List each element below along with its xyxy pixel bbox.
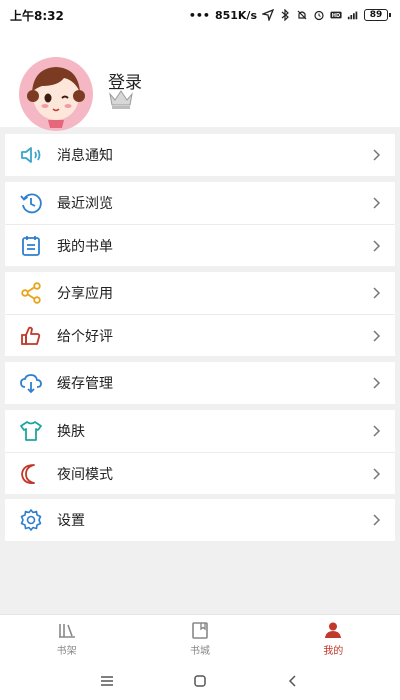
tshirt-icon (20, 421, 42, 441)
bluetooth-icon (281, 9, 289, 21)
status-bar: 上午8:32 ••• 851K/s HD 89 (0, 0, 400, 30)
location-icon (262, 9, 274, 21)
menu-item-label: 分享应用 (57, 286, 113, 302)
nav-tab-label: 书城 (189, 646, 210, 657)
speaker-icon (21, 147, 41, 163)
menu-item-label: 缓存管理 (57, 376, 113, 392)
chevron-right-icon (373, 197, 381, 209)
section-settings: 设置 (5, 499, 395, 541)
nav-tab-label: 书架 (56, 646, 77, 657)
system-nav-bar (0, 662, 400, 700)
signal-4g-icon (347, 11, 358, 20)
chevron-right-icon (373, 514, 381, 526)
menu-item-recent[interactable]: 最近浏览 (5, 182, 395, 224)
history-icon (20, 193, 42, 214)
nav-tab-label: 我的 (323, 646, 344, 657)
menu-item-booklist[interactable]: 我的书单 (5, 224, 395, 266)
moon-icon (21, 464, 35, 484)
user-icon (325, 622, 342, 638)
chevron-right-icon (373, 425, 381, 437)
nav-tab-bookstore[interactable]: 书城 (133, 615, 266, 662)
menu-item-notifications[interactable]: 消息通知 (5, 134, 395, 176)
section-appearance: 换肤 夜间模式 (5, 410, 395, 494)
chevron-right-icon (373, 240, 381, 252)
back-icon[interactable] (286, 674, 300, 688)
thumbs-up-icon (21, 326, 41, 345)
cloud-download-icon (20, 374, 42, 394)
chevron-right-icon (373, 330, 381, 342)
booklist-icon (22, 236, 40, 256)
bookshelf-icon (58, 624, 75, 638)
menu-item-label: 夜间模式 (57, 466, 113, 483)
menu-item-label: 换肤 (57, 424, 85, 440)
battery-level: 89 (369, 10, 383, 20)
status-time: 上午8:32 (10, 8, 64, 23)
menu-item-skin[interactable]: 换肤 (5, 410, 395, 452)
chevron-right-icon (373, 287, 381, 299)
chevron-right-icon (373, 149, 381, 161)
menu-item-label: 我的书单 (57, 238, 113, 255)
section-cache: 缓存管理 (5, 362, 395, 404)
mute-icon (297, 10, 307, 20)
menu-item-rate[interactable]: 给个好评 (5, 314, 395, 356)
bookstore-icon (192, 622, 208, 639)
dots-icon: ••• (188, 8, 210, 22)
hd-icon: HD (330, 11, 342, 19)
section-reading: 最近浏览 我的书单 (5, 182, 395, 266)
section-share: 分享应用 给个好评 (5, 272, 395, 356)
alarm-icon (314, 10, 324, 21)
section-notifications: 消息通知 (5, 134, 395, 176)
status-icons: ••• 851K/s HD 89 (188, 8, 391, 22)
bottom-nav: 书架 书城 我的 (0, 614, 400, 662)
menu-item-share[interactable]: 分享应用 (5, 272, 395, 314)
menu-item-label: 设置 (57, 513, 85, 529)
network-speed: 851K/s (214, 8, 257, 22)
menu-item-cache[interactable]: 缓存管理 (5, 362, 395, 404)
menu-item-label: 消息通知 (57, 148, 113, 164)
share-icon (21, 282, 41, 304)
menu-icon[interactable] (100, 674, 114, 688)
profile-header[interactable]: 登录 (0, 30, 400, 131)
chevron-right-icon (373, 468, 381, 480)
chevron-right-icon (373, 377, 381, 389)
nav-tab-bookshelf[interactable]: 书架 (0, 615, 133, 662)
menu-item-settings[interactable]: 设置 (5, 499, 395, 541)
nav-tab-mine[interactable]: 我的 (267, 615, 400, 662)
avatar-girl-icon[interactable] (18, 56, 94, 132)
crown-icon (109, 90, 133, 109)
gear-icon (20, 509, 42, 531)
battery-icon: 89 (364, 9, 391, 21)
home-icon[interactable] (193, 674, 207, 688)
menu-item-label: 给个好评 (57, 328, 113, 345)
svg-text:HD: HD (332, 13, 341, 19)
menu-item-night-mode[interactable]: 夜间模式 (5, 452, 395, 494)
menu-item-label: 最近浏览 (57, 196, 113, 212)
